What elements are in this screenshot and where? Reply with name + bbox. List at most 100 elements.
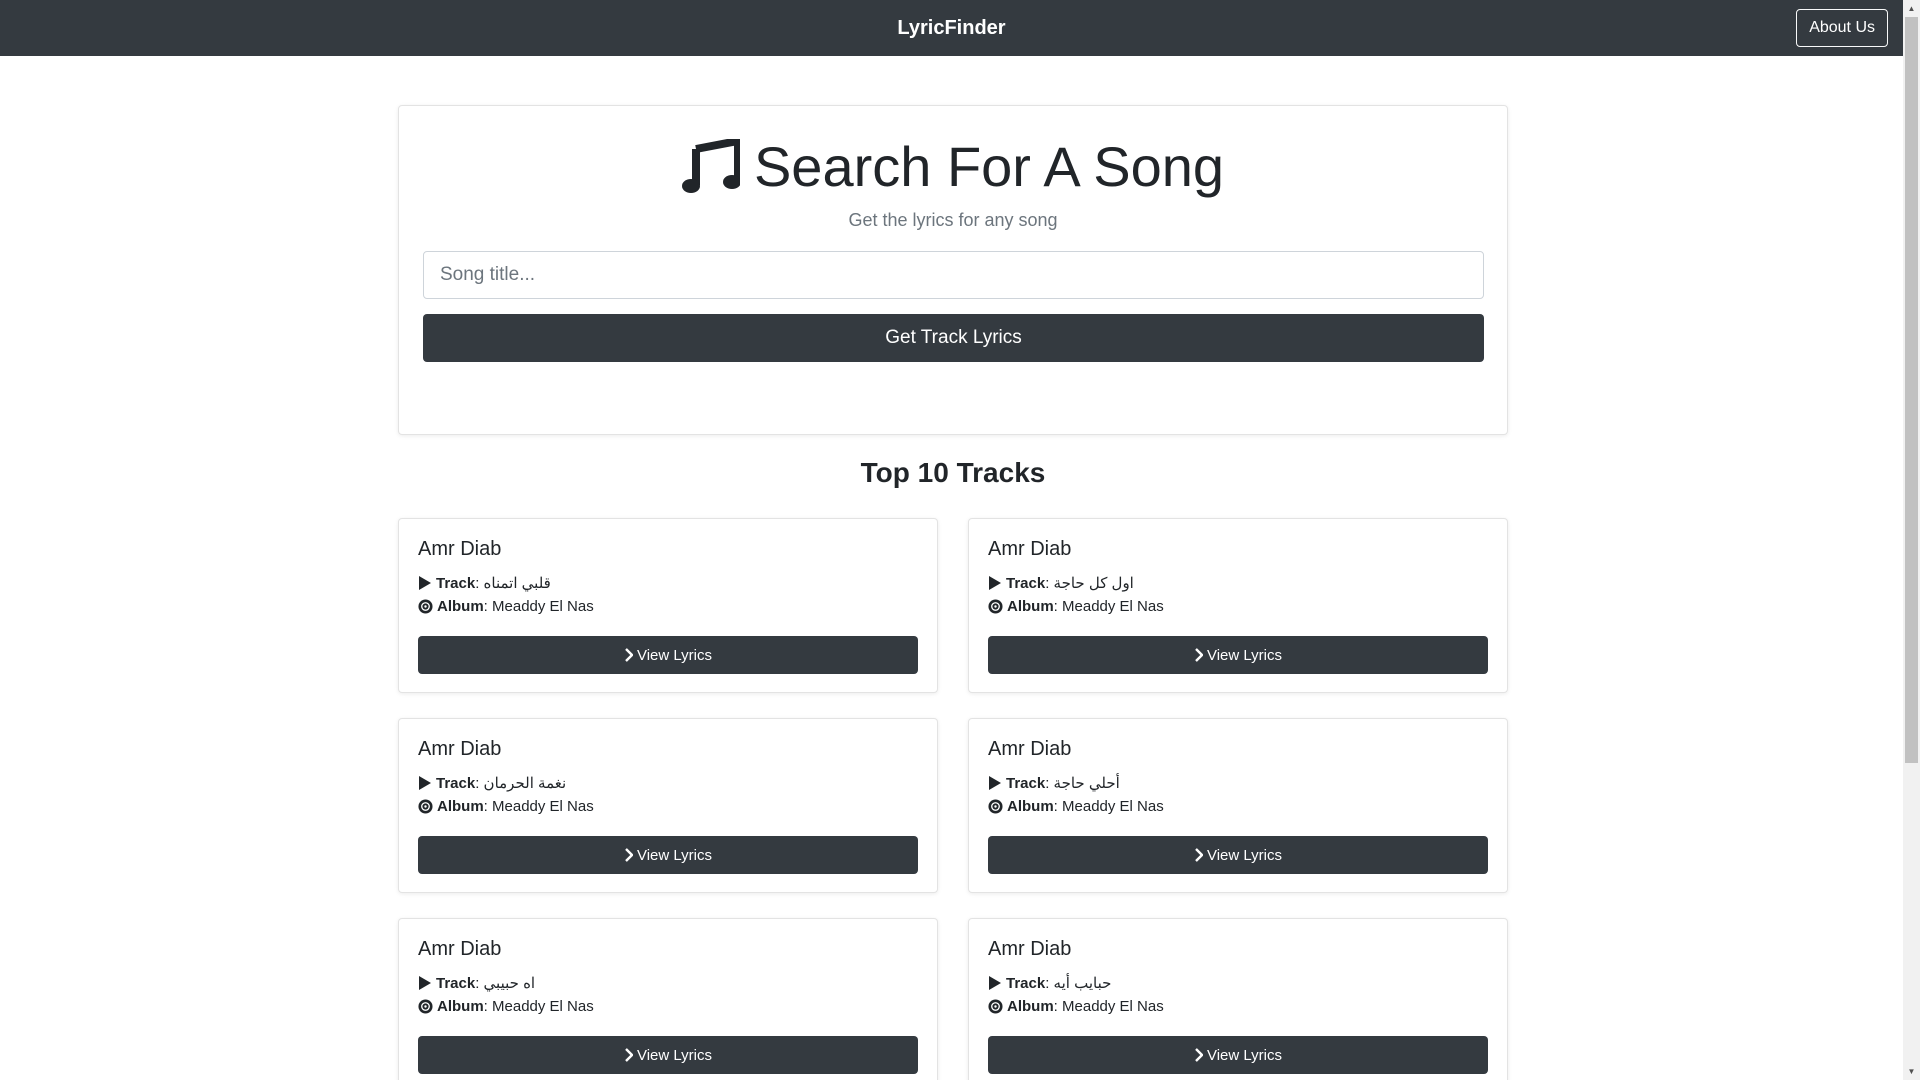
play-icon <box>989 776 1001 790</box>
view-lyrics-button[interactable]: View Lyrics <box>988 1036 1488 1074</box>
album-colon: : <box>483 798 493 815</box>
disc-icon <box>418 599 433 614</box>
play-icon <box>989 576 1001 590</box>
get-track-lyrics-button[interactable]: Get Track Lyrics <box>423 314 1484 362</box>
track-card: Amr Diab Track: اول كل حاجة Album: Meaddy … <box>968 518 1508 693</box>
track-colon: : <box>475 774 484 792</box>
music-note-icon <box>681 138 740 193</box>
view-lyrics-button[interactable]: View Lyrics <box>418 1036 918 1074</box>
album-colon: : <box>1053 998 1063 1015</box>
track-line: Track: قلبي اتمناه <box>418 574 551 592</box>
track-label: Track <box>1006 574 1046 592</box>
track-artist: Amr Diab <box>418 538 502 560</box>
track-title: نغمة الحرمان <box>483 775 567 792</box>
top-tracks-heading: Top 10 Tracks <box>860 457 1046 488</box>
track-label: Track <box>436 974 476 992</box>
track-line: Track: نغمة الحرمان <box>418 774 566 792</box>
chevron-right-icon <box>625 648 633 662</box>
album-name: Meaddy El Nas <box>492 798 594 815</box>
chevron-right-icon <box>625 1048 633 1062</box>
search-card: Search For A Song Get the lyrics for any… <box>398 105 1508 435</box>
search-subtitle: Get the lyrics for any song <box>848 210 1058 230</box>
album-line: Album: Meaddy El Nas <box>418 798 594 815</box>
album-name: Meaddy El Nas <box>1062 798 1164 815</box>
track-colon: : <box>1045 574 1054 592</box>
track-card: Amr Diab Track: قلبي اتمناه Album: Meaddy … <box>398 518 938 693</box>
track-artist: Amr Diab <box>418 938 502 960</box>
track-colon: : <box>475 974 484 992</box>
album-colon: : <box>483 598 493 615</box>
play-icon <box>419 776 431 790</box>
track-colon: : <box>475 574 484 592</box>
track-artist: Amr Diab <box>988 738 1072 760</box>
album-label: Album <box>1007 798 1054 815</box>
song-title-input[interactable] <box>423 251 1484 299</box>
track-title: حبايب أيه <box>1053 975 1112 992</box>
track-title: اه حبيبي <box>483 975 536 992</box>
view-lyrics-label: View Lyrics <box>636 846 713 864</box>
track-title: اول كل حاجة <box>1053 575 1134 592</box>
album-name: Meaddy El Nas <box>492 998 594 1015</box>
track-artist: Amr Diab <box>418 738 502 760</box>
disc-icon <box>988 999 1003 1014</box>
view-lyrics-label: View Lyrics <box>1206 1046 1283 1064</box>
track-line: Track: أحلي حاجة <box>988 774 1120 792</box>
view-lyrics-button[interactable]: View Lyrics <box>418 636 918 674</box>
chevron-right-icon <box>1195 1048 1203 1062</box>
scroll-up-arrow-icon[interactable]: ▲ <box>1903 0 1920 17</box>
album-name: Meaddy El Nas <box>492 598 594 615</box>
disc-icon <box>988 799 1003 814</box>
album-colon: : <box>1053 798 1063 815</box>
track-label: Track <box>436 574 476 592</box>
play-icon <box>419 976 431 990</box>
navbar: LyricFinder About Us <box>0 0 1903 56</box>
scroll-down-arrow-icon[interactable]: ▼ <box>1903 1063 1920 1080</box>
disc-icon <box>418 799 433 814</box>
track-title: قلبي اتمناه <box>483 575 551 592</box>
track-line: Track: اول كل حاجة <box>988 574 1134 592</box>
track-line: Track: اه حبيبي <box>418 974 535 992</box>
track-label: Track <box>1006 974 1046 992</box>
chevron-right-icon <box>1195 648 1203 662</box>
album-label: Album <box>437 998 484 1015</box>
track-line: Track: حبايب أيه <box>988 974 1111 992</box>
scrollbar-thumb[interactable] <box>1905 17 1918 763</box>
track-artist: Amr Diab <box>988 938 1072 960</box>
view-lyrics-button[interactable]: View Lyrics <box>988 836 1488 874</box>
track-colon: : <box>1045 774 1054 792</box>
album-line: Album: Meaddy El Nas <box>418 998 594 1015</box>
view-lyrics-label: View Lyrics <box>636 1046 713 1064</box>
chevron-right-icon <box>1195 848 1203 862</box>
album-line: Album: Meaddy El Nas <box>988 998 1164 1015</box>
search-title: Search For A Song <box>399 134 1507 199</box>
view-lyrics-label: View Lyrics <box>1206 846 1283 864</box>
disc-icon <box>418 999 433 1014</box>
track-colon: : <box>1045 974 1054 992</box>
album-colon: : <box>483 998 493 1015</box>
track-title: أحلي حاجة <box>1053 775 1120 792</box>
search-title-text: Search For A Song <box>753 135 1225 198</box>
view-lyrics-label: View Lyrics <box>636 646 713 664</box>
play-icon <box>419 576 431 590</box>
view-lyrics-button[interactable]: View Lyrics <box>418 836 918 874</box>
album-colon: : <box>1053 598 1063 615</box>
track-card: Amr Diab Track: اه حبيبي Album: Meaddy El … <box>398 918 938 1080</box>
page-scrollbar[interactable]: ▲ ▼ <box>1903 0 1920 1080</box>
album-label: Album <box>437 598 484 615</box>
track-label: Track <box>436 774 476 792</box>
track-card: Amr Diab Track: نغمة الحرمان Album: Meaddy… <box>398 718 938 893</box>
album-label: Album <box>1007 598 1054 615</box>
view-lyrics-button[interactable]: View Lyrics <box>988 636 1488 674</box>
album-name: Meaddy El Nas <box>1062 598 1164 615</box>
album-label: Album <box>437 798 484 815</box>
album-line: Album: Meaddy El Nas <box>418 598 594 615</box>
view-lyrics-label: View Lyrics <box>1206 646 1283 664</box>
disc-icon <box>988 599 1003 614</box>
brand-logo[interactable]: LyricFinder <box>897 17 1005 40</box>
album-line: Album: Meaddy El Nas <box>988 598 1164 615</box>
track-artist: Amr Diab <box>988 538 1072 560</box>
album-name: Meaddy El Nas <box>1062 998 1164 1015</box>
track-card: Amr Diab Track: أحلي حاجة Album: Meaddy El… <box>968 718 1508 893</box>
chevron-right-icon <box>625 848 633 862</box>
about-us-button[interactable]: About Us <box>1796 9 1888 47</box>
